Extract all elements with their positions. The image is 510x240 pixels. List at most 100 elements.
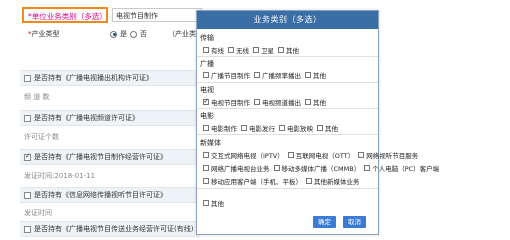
- section-title-transmission: 传输: [200, 34, 214, 42]
- option-checkbox[interactable]: [364, 165, 371, 171]
- options-film: 电影制作 电影发行 电影放映 其他: [203, 123, 342, 133]
- option-checkbox[interactable]: [203, 152, 209, 158]
- divider: [197, 56, 378, 57]
- option-cable[interactable]: 有线: [203, 45, 224, 55]
- option-checkbox[interactable]: [305, 99, 311, 105]
- business-category-dialog: 业务类别（多选） 传输 有线 无线 卫星 其他 广播 广播节目制作 广播频率播出…: [196, 10, 439, 235]
- option-label: 其他: [325, 125, 338, 133]
- form-row: 是否持有《广播电视播出机构许可证》: [20, 70, 200, 86]
- license-form: 是否持有《广播电视播出机构许可证》 频 道 数 是否持有《广播电视频道许可证》 …: [20, 6, 200, 237]
- divider: [197, 134, 378, 135]
- option-checkbox[interactable]: [203, 165, 209, 171]
- option-film-production[interactable]: 电影制作: [203, 123, 237, 133]
- option-label: 电影发行: [249, 125, 275, 133]
- option-checkbox[interactable]: [254, 72, 260, 78]
- option-radio-production[interactable]: 广播节目制作: [203, 70, 250, 80]
- form-row-checkbox[interactable]: [24, 225, 31, 233]
- option-wireless[interactable]: 无线: [228, 45, 249, 55]
- form-row-checkbox[interactable]: [24, 152, 31, 161]
- option-checkbox[interactable]: [305, 72, 311, 78]
- form-row-label: 发证时间:2018-01-11: [24, 172, 96, 180]
- form-row: 许可证个数: [20, 129, 200, 145]
- options-tv: 电视节目制作 电视频道播出 其他: [203, 97, 330, 107]
- section-title-new-media: 新媒体: [200, 139, 221, 147]
- option-label: 其他: [211, 200, 224, 208]
- options-radio: 广播节目制作 广播频率播出 其他: [203, 70, 330, 80]
- option-label: 有线: [211, 47, 224, 55]
- options-new-media-row3: 移动应用客户端（手机、平板） 其他新媒体业务: [203, 176, 364, 186]
- form-row-checkbox[interactable]: [24, 74, 31, 82]
- confirm-button[interactable]: 确定: [313, 216, 336, 228]
- option-checkbox[interactable]: [203, 178, 209, 184]
- option-checkbox[interactable]: [358, 152, 365, 158]
- option-label: 电视频道播出: [262, 99, 301, 107]
- option-tv-other[interactable]: 其他: [305, 97, 326, 107]
- options-new-media-row1: 交互式网络电视（IPTV） 互联网电视（OTT） 网络视听节目服务: [203, 150, 422, 160]
- option-label: 网络广播电视台业务: [211, 165, 270, 173]
- option-ott[interactable]: 互联网电视（OTT）: [287, 150, 355, 160]
- option-checkbox[interactable]: [203, 72, 209, 78]
- option-other-new-media[interactable]: 其他新媒体业务: [306, 176, 360, 186]
- option-checkbox[interactable]: [203, 125, 209, 131]
- option-checkbox[interactable]: [306, 178, 312, 184]
- divider: [197, 188, 378, 189]
- option-checkbox[interactable]: [273, 165, 280, 171]
- form-row-label: 发证时间: [24, 209, 52, 217]
- option-transmission-other[interactable]: 其他: [278, 45, 299, 55]
- option-checkbox[interactable]: [279, 125, 285, 131]
- divider: [197, 108, 378, 109]
- option-checkbox[interactable]: [203, 97, 209, 105]
- form-row-label: 频 道 数: [24, 93, 50, 101]
- form-row-label: 是否持有《广播电视频道许可证》: [34, 114, 139, 122]
- option-satellite[interactable]: 卫星: [253, 45, 274, 55]
- option-tv-channel[interactable]: 电视频道播出: [254, 97, 301, 107]
- option-checkbox[interactable]: [241, 125, 247, 131]
- option-label: 无线: [236, 47, 249, 55]
- option-label: 网络视听节目服务: [366, 152, 419, 160]
- cancel-button[interactable]: 取消: [343, 216, 366, 228]
- option-film-screening[interactable]: 电影放映: [279, 123, 313, 133]
- section-title-radio: 广播: [200, 60, 214, 68]
- option-other[interactable]: 其他: [203, 198, 224, 208]
- option-label: 交互式网络电视（IPTV）: [211, 152, 284, 160]
- option-checkbox[interactable]: [278, 47, 284, 53]
- option-checkbox[interactable]: [253, 47, 259, 53]
- option-film-distribution[interactable]: 电影发行: [241, 123, 275, 133]
- form-row: 是否持有《信息网络传播视听节目许可证》: [20, 187, 200, 203]
- option-label: 个人电脑（PC）客户端: [372, 165, 440, 173]
- option-label: 移动多媒体广播（CMMB）: [281, 165, 361, 173]
- option-checkbox[interactable]: [287, 152, 294, 158]
- form-row: 是否持有《广播电视频道许可证》: [20, 110, 200, 126]
- form-row-label: 是否持有《信息网络传播视听节目许可证》: [34, 191, 167, 199]
- option-online-station[interactable]: 网络广播电视台业务: [203, 163, 270, 173]
- option-tv-production[interactable]: 电视节目制作: [203, 97, 250, 107]
- form-row-label: 许可证个数: [24, 133, 59, 141]
- option-checkbox[interactable]: [203, 200, 209, 206]
- option-cmmb[interactable]: 移动多媒体广播（CMMB）: [273, 163, 361, 173]
- dialog-title: 业务类别（多选）: [197, 11, 378, 29]
- option-radio-other[interactable]: 其他: [305, 70, 326, 80]
- form-row: 是否持有《广播电视节目制作经营许可证》: [20, 149, 200, 165]
- option-checkbox[interactable]: [317, 125, 323, 131]
- option-label: 电视节目制作: [211, 99, 250, 107]
- option-radio-broadcast[interactable]: 广播频率播出: [254, 70, 301, 80]
- form-row: 是否持有《广播电视节目传送业务经营许可证(有线): [20, 221, 200, 237]
- form-row: 发证时间: [20, 205, 200, 221]
- option-checkbox[interactable]: [254, 99, 260, 105]
- option-label: 电影放映: [287, 125, 313, 133]
- option-checkbox[interactable]: [228, 47, 234, 53]
- option-pc-client[interactable]: 个人电脑（PC）客户端: [364, 163, 439, 173]
- form-row-label: 是否持有《广播电视节目传送业务经营许可证(有线): [34, 225, 194, 233]
- section-title-tv: 电视: [200, 86, 214, 94]
- form-row-checkbox[interactable]: [24, 191, 31, 199]
- form-row: 发证时间:2018-01-11: [20, 168, 200, 184]
- option-checkbox[interactable]: [203, 47, 209, 53]
- option-iptv[interactable]: 交互式网络电视（IPTV）: [203, 150, 284, 160]
- option-mobile-app[interactable]: 移动应用客户端（手机、平板）: [203, 176, 302, 186]
- form-row-checkbox[interactable]: [24, 114, 31, 122]
- option-online-av-service[interactable]: 网络视听节目服务: [358, 150, 418, 160]
- divider: [197, 82, 378, 83]
- option-film-other[interactable]: 其他: [317, 123, 338, 133]
- option-label: 广播频率播出: [262, 72, 301, 80]
- option-label: 互联网电视（OTT）: [295, 152, 355, 160]
